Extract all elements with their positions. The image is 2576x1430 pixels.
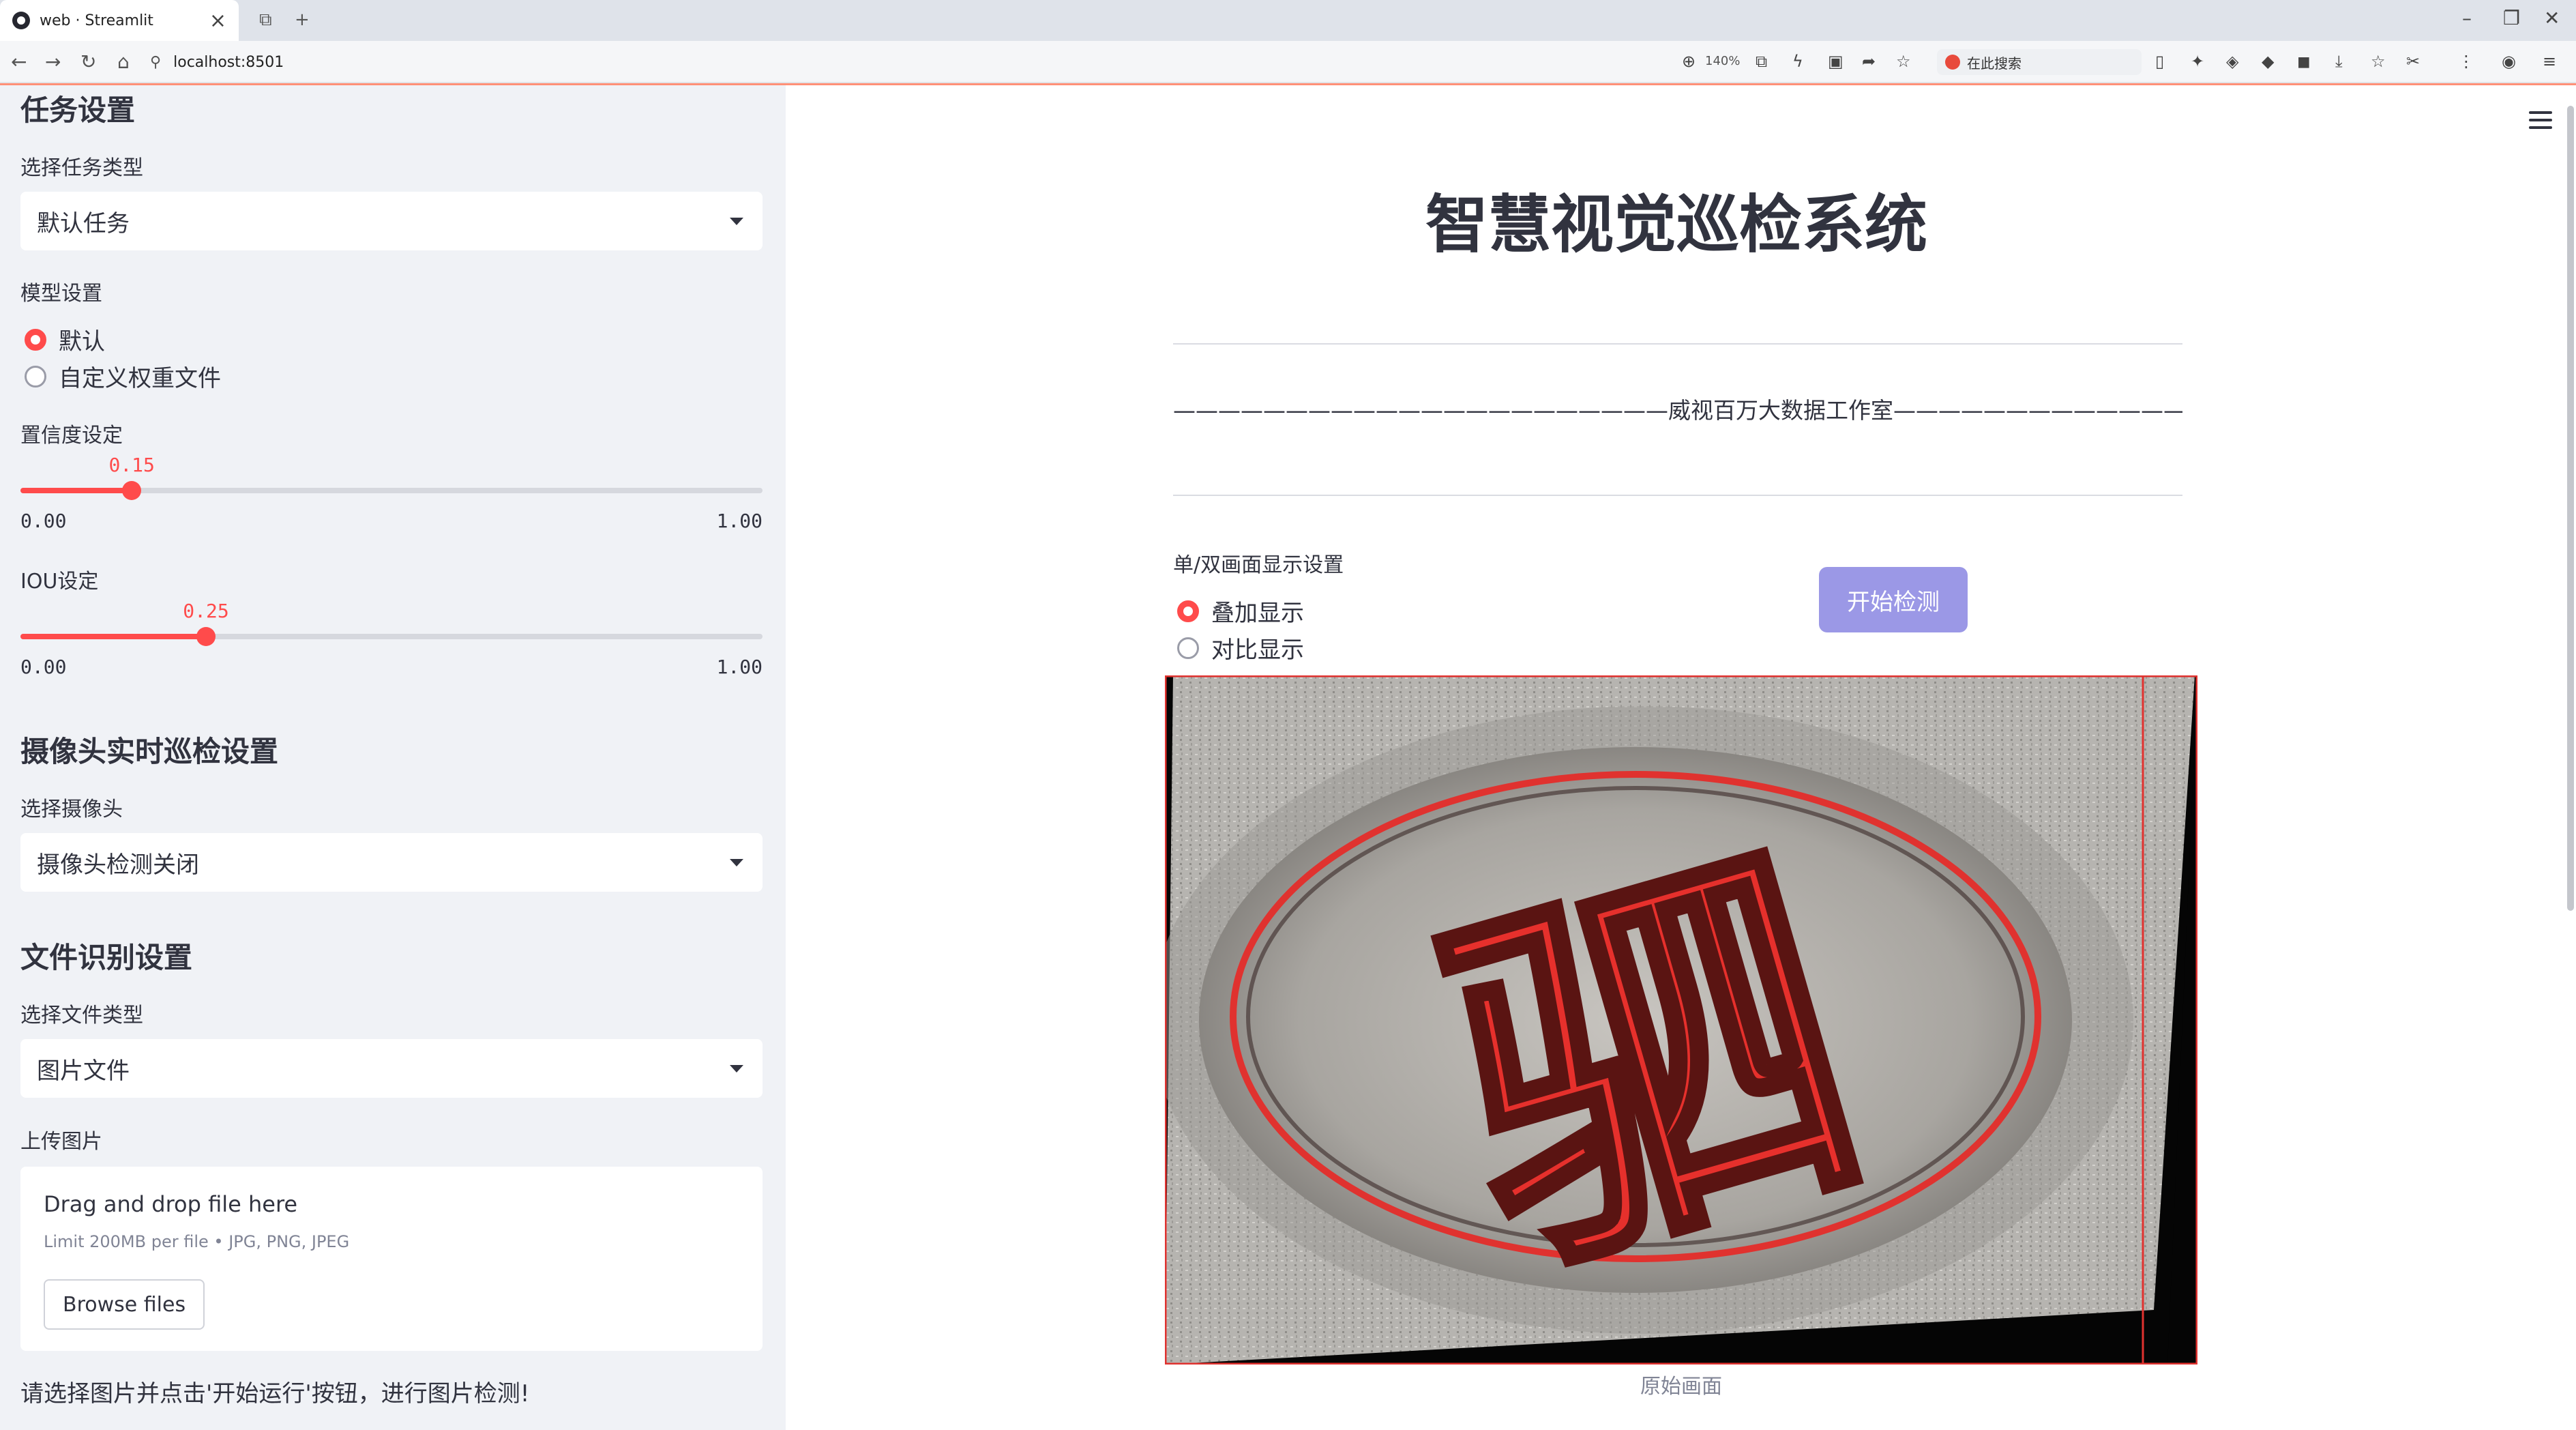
- model-option-default[interactable]: 默认: [25, 323, 105, 356]
- more-menu-icon[interactable]: ⋮: [2458, 52, 2474, 71]
- file-type-value: 图片文件: [37, 1057, 130, 1085]
- display-option-compare[interactable]: 对比显示: [1177, 631, 1304, 665]
- favorites-icon[interactable]: ☆: [2371, 52, 2386, 71]
- url-text: localhost:8501: [173, 53, 284, 71]
- page-title: 智慧视觉巡检系统: [1425, 188, 1927, 261]
- detection-image: 驷: [1165, 675, 2197, 1365]
- close-window-icon[interactable]: ✕: [2544, 7, 2560, 29]
- chevron-down-icon: [730, 858, 743, 866]
- upload-title: Drag and drop file here: [44, 1191, 298, 1217]
- extension-icon[interactable]: ✦: [2191, 52, 2204, 71]
- bookmark-star-icon[interactable]: ☆: [1896, 52, 1911, 71]
- file-type-label: 选择文件类型: [20, 1004, 143, 1027]
- confidence-label: 置信度设定: [20, 424, 123, 448]
- iou-slider[interactable]: 0.25 0.00 1.00: [20, 600, 763, 678]
- browser-menu-icon[interactable]: ≡: [2543, 52, 2556, 71]
- camera-select[interactable]: 摄像头检测关闭: [20, 833, 763, 892]
- file-settings-heading: 文件识别设置: [20, 941, 193, 974]
- model-option-label: 默认: [59, 328, 105, 355]
- slider-thumb[interactable]: [122, 481, 142, 500]
- browser-tab[interactable]: web · Streamlit ×: [0, 0, 239, 41]
- file-uploader-dropzone[interactable]: Drag and drop file here Limit 200MB per …: [20, 1167, 763, 1351]
- tab-close-icon[interactable]: ×: [209, 9, 226, 33]
- image-caption: 原始画面: [1640, 1375, 1722, 1399]
- screenshot-icon[interactable]: ▣: [1828, 52, 1844, 71]
- search-engine-icon: [1945, 55, 1960, 70]
- phone-icon[interactable]: ▯: [2155, 52, 2164, 71]
- profile-avatar-icon[interactable]: ◉: [2502, 52, 2516, 71]
- streamlit-favicon-icon: [12, 12, 30, 29]
- slider-fill: [20, 488, 132, 493]
- camera-settings-heading: 摄像头实时巡检设置: [20, 735, 279, 768]
- hamburger-menu-icon[interactable]: [2529, 111, 2552, 129]
- forward-icon[interactable]: →: [45, 50, 61, 73]
- tab-title: web · Streamlit: [40, 12, 153, 29]
- upload-label: 上传图片: [20, 1130, 102, 1154]
- cut-icon[interactable]: ✂: [2406, 52, 2420, 71]
- slider-value: 0.15: [108, 454, 155, 476]
- slider-min: 0.00: [20, 510, 67, 532]
- zoom-icon[interactable]: ⊕: [1682, 52, 1696, 71]
- share-icon[interactable]: ➦: [1862, 52, 1876, 71]
- studio-banner: ——————————————————————威视百万大数据工作室————————…: [1173, 397, 2182, 424]
- main-content: 智慧视觉巡检系统 ——————————————————————威视百万大数据工作…: [786, 85, 2576, 1430]
- radio-selected-icon[interactable]: [25, 328, 46, 351]
- task-type-value: 默认任务: [37, 209, 130, 237]
- divider-top: [1173, 343, 2182, 345]
- sidebar: 任务设置 选择任务类型 默认任务 模型设置 默认 自定义权重文件 置信度设定 0…: [0, 85, 786, 1430]
- new-tab-icon[interactable]: +: [295, 10, 310, 30]
- back-icon[interactable]: ←: [11, 50, 27, 73]
- model-option-label: 自定义权重文件: [59, 365, 221, 392]
- tab-group-icon[interactable]: ⧉: [259, 10, 272, 31]
- site-info-icon[interactable]: ⚲: [150, 54, 161, 71]
- browse-files-button[interactable]: Browse files: [44, 1279, 205, 1330]
- zoom-level: 140%: [1705, 54, 1741, 68]
- camera-label: 选择摄像头: [20, 798, 123, 821]
- model-option-custom[interactable]: 自定义权重文件: [25, 360, 221, 393]
- iou-label: IOU设定: [20, 570, 99, 594]
- browser-tab-bar: web · Streamlit × ⧉ + – ❐ ✕: [0, 0, 2576, 41]
- minimize-icon[interactable]: –: [2462, 7, 2472, 29]
- radio-unselected-icon[interactable]: [1177, 637, 1199, 659]
- restore-icon[interactable]: ❐: [2503, 7, 2520, 29]
- upload-limit: Limit 200MB per file • JPG, PNG, JPEG: [44, 1232, 350, 1251]
- translate-icon[interactable]: ⧉: [1756, 52, 1767, 71]
- file-type-select[interactable]: 图片文件: [20, 1039, 763, 1098]
- browser-search-box[interactable]: 在此搜索: [1937, 49, 2142, 75]
- scrollbar[interactable]: [2567, 106, 2574, 911]
- task-type-label: 选择任务类型: [20, 156, 143, 180]
- display-mode-label: 单/双画面显示设置: [1173, 553, 1344, 577]
- camera-value: 摄像头检测关闭: [37, 851, 199, 879]
- start-detection-button[interactable]: 开始检测: [1819, 567, 1968, 632]
- slider-fill: [20, 634, 206, 639]
- reload-icon[interactable]: ↻: [80, 50, 96, 73]
- slider-max: 1.00: [716, 510, 763, 532]
- extension-icon-2[interactable]: ◈: [2226, 52, 2238, 71]
- radio-unselected-icon[interactable]: [25, 365, 46, 388]
- extension-icon-3[interactable]: ◆: [2262, 52, 2274, 71]
- chevron-down-icon: [730, 217, 743, 225]
- display-option-label: 叠加显示: [1211, 600, 1304, 627]
- confidence-slider[interactable]: 0.15 0.00 1.00: [20, 454, 763, 532]
- browser-toolbar: ← → ↻ ⌂ ⚲ localhost:8501 ⊕ 140% ⧉ ϟ ▣ ➦ …: [0, 41, 2576, 83]
- model-settings-label: 模型设置: [20, 282, 102, 306]
- coin-image: 驷: [1165, 675, 2197, 1365]
- extension-icon-4[interactable]: ◼: [2297, 52, 2311, 71]
- instruction-text: 请选择图片并点击'开始运行'按钮，进行图片检测!: [20, 1380, 530, 1407]
- lightning-icon[interactable]: ϟ: [1792, 52, 1803, 71]
- display-option-overlay[interactable]: 叠加显示: [1177, 594, 1304, 628]
- slider-max: 1.00: [716, 656, 763, 678]
- home-icon[interactable]: ⌂: [117, 50, 130, 73]
- task-type-select[interactable]: 默认任务: [20, 192, 763, 250]
- search-placeholder: 在此搜索: [1967, 55, 2022, 72]
- chevron-down-icon: [730, 1064, 743, 1072]
- slider-thumb[interactable]: [196, 627, 216, 646]
- task-settings-heading: 任务设置: [20, 93, 136, 127]
- radio-selected-icon[interactable]: [1177, 600, 1199, 622]
- divider-bottom: [1173, 495, 2182, 496]
- slider-value: 0.25: [183, 600, 229, 622]
- slider-min: 0.00: [20, 656, 67, 678]
- download-icon[interactable]: ⤓: [2335, 52, 2343, 71]
- display-option-label: 对比显示: [1211, 637, 1304, 664]
